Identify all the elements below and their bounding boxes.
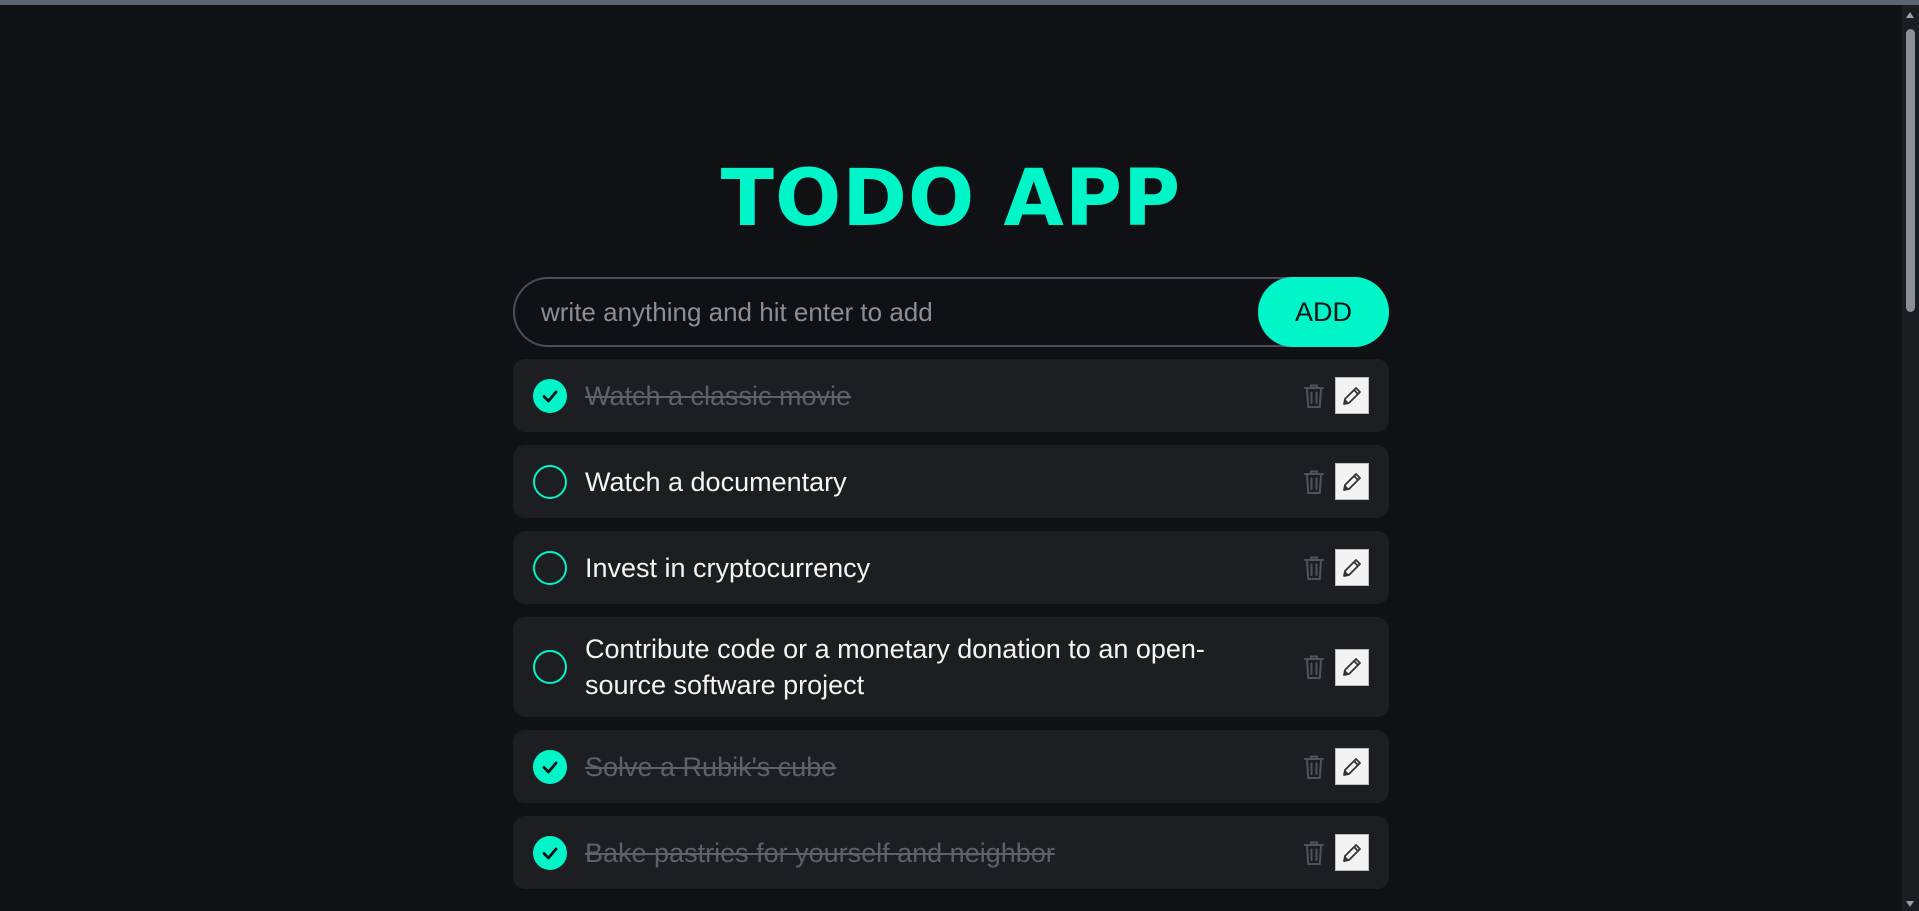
check-icon bbox=[540, 843, 560, 863]
scrollbar-thumb[interactable] bbox=[1906, 29, 1915, 312]
edit-button[interactable] bbox=[1335, 648, 1369, 686]
todo-checkbox-checked[interactable] bbox=[533, 378, 567, 413]
pencil-icon bbox=[1340, 384, 1364, 408]
edit-button[interactable] bbox=[1335, 748, 1369, 785]
todo-actions bbox=[1301, 377, 1369, 414]
todo-item: Invest in cryptocurrency bbox=[513, 531, 1389, 604]
edit-button[interactable] bbox=[1335, 834, 1369, 871]
add-todo-form: ADD bbox=[513, 277, 1389, 347]
todo-item: Contribute code or a monetary donation t… bbox=[513, 617, 1389, 717]
todo-list: Watch a classic movie Watch a documentary… bbox=[513, 359, 1389, 902]
scroll-up-arrow-icon[interactable] bbox=[1906, 12, 1914, 18]
todo-actions bbox=[1301, 463, 1369, 500]
todo-text: Invest in cryptocurrency bbox=[585, 552, 871, 583]
pencil-icon bbox=[1340, 655, 1364, 679]
todo-text: Watch a documentary bbox=[585, 466, 847, 497]
todo-checkbox[interactable] bbox=[533, 550, 567, 585]
vertical-scrollbar[interactable] bbox=[1902, 5, 1919, 911]
edit-button[interactable] bbox=[1335, 549, 1369, 586]
trash-icon[interactable] bbox=[1301, 752, 1327, 782]
todo-checkbox[interactable] bbox=[533, 650, 567, 684]
pencil-icon bbox=[1340, 755, 1364, 779]
todo-item: Watch a classic movie bbox=[513, 359, 1389, 432]
todo-checkbox-checked[interactable] bbox=[533, 749, 567, 784]
edit-button[interactable] bbox=[1335, 463, 1369, 500]
pencil-icon bbox=[1340, 556, 1364, 580]
add-button[interactable]: ADD bbox=[1258, 277, 1389, 347]
todo-actions bbox=[1301, 748, 1369, 785]
edit-button[interactable] bbox=[1335, 377, 1369, 414]
todo-item: Bake pastries for yourself and neighbor bbox=[513, 816, 1389, 889]
todo-text: Watch a classic movie bbox=[585, 380, 852, 411]
pencil-icon bbox=[1340, 841, 1364, 865]
todo-text: Contribute code or a monetary donation t… bbox=[585, 634, 1205, 700]
todo-text: Solve a Rubik's cube bbox=[585, 751, 837, 782]
todo-actions bbox=[1301, 834, 1369, 871]
todo-checkbox[interactable] bbox=[533, 464, 567, 499]
pencil-icon bbox=[1340, 470, 1364, 494]
todo-text: Bake pastries for yourself and neighbor bbox=[585, 837, 1055, 868]
trash-icon[interactable] bbox=[1301, 553, 1327, 583]
todo-app: TODO APP ADD Watch a classic movieWatch … bbox=[0, 0, 1902, 911]
todo-item: Watch a documentary bbox=[513, 445, 1389, 518]
trash-icon[interactable] bbox=[1301, 381, 1327, 411]
trash-icon[interactable] bbox=[1301, 467, 1327, 497]
todo-item: Solve a Rubik's cube bbox=[513, 730, 1389, 803]
todo-checkbox-checked[interactable] bbox=[533, 835, 567, 870]
scroll-down-arrow-icon[interactable] bbox=[1906, 901, 1914, 907]
page-title: TODO APP bbox=[720, 154, 1182, 244]
trash-icon[interactable] bbox=[1301, 838, 1327, 868]
trash-icon[interactable] bbox=[1301, 652, 1327, 682]
todo-actions bbox=[1301, 648, 1369, 686]
todo-actions bbox=[1301, 549, 1369, 586]
check-icon bbox=[540, 386, 560, 406]
check-icon bbox=[540, 757, 560, 777]
